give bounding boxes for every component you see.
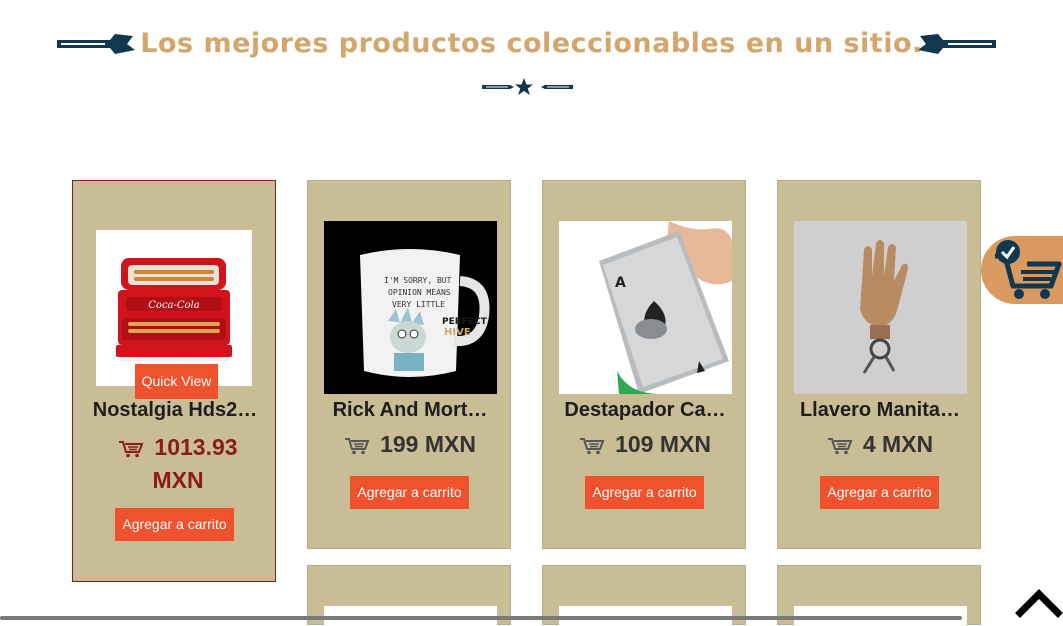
right-wing-ornament	[918, 34, 996, 54]
svg-text:A: A	[615, 275, 626, 291]
shopping-cart-icon	[827, 437, 853, 455]
star-divider	[482, 78, 573, 95]
product-image[interactable]: A	[559, 221, 732, 394]
product-card[interactable]: Coca-Cola Quick View Nostalgia Hds2… 101…	[72, 180, 276, 582]
page-title: Los mejores productos coleccionables en …	[140, 28, 923, 59]
cart-check-icon	[995, 240, 1062, 299]
product-name[interactable]: Rick And Mort…	[316, 399, 504, 422]
svg-text:PERFECT: PERFECT	[442, 317, 488, 327]
svg-text:Coca-Cola: Coca-Cola	[148, 300, 199, 311]
product-price: 199 MXN	[308, 431, 512, 458]
product-name[interactable]: Destapador Ca…	[551, 399, 739, 422]
svg-text:VERY LITTLE: VERY LITTLE	[392, 300, 445, 309]
ace-bottle-opener-image: A	[559, 221, 732, 394]
shopping-cart-icon	[580, 437, 605, 455]
product-price: 1013.93 MXN	[93, 431, 263, 497]
hot-dog-steamer-image: Coca-Cola	[96, 230, 252, 386]
horizontal-scrollbar[interactable]	[0, 616, 962, 620]
product-image[interactable]	[794, 221, 967, 394]
svg-text:HIVE: HIVE	[444, 327, 471, 338]
add-to-cart-button[interactable]: Agregar a carrito	[585, 476, 704, 509]
hand-keychain-image	[794, 221, 967, 394]
svg-text:OPINION MEANS: OPINION MEANS	[388, 288, 451, 297]
price-amount: 199 MXN	[380, 431, 476, 457]
product-name[interactable]: Llavero Manita…	[786, 399, 974, 422]
scroll-to-top-button[interactable]	[1015, 585, 1063, 620]
product-price: 4 MXN	[778, 431, 982, 458]
product-card[interactable]: A Destapador Ca… 109 MXN Agregar a carri…	[542, 180, 746, 549]
product-price: 109 MXN	[543, 431, 747, 458]
product-name[interactable]: Nostalgia Hds2…	[81, 399, 269, 422]
add-to-cart-button[interactable]: Agregar a carrito	[350, 476, 469, 509]
price-amount: 1013.93	[154, 434, 238, 460]
product-card[interactable]: Llavero Manita… 4 MXN Agregar a carrito	[777, 180, 981, 549]
rick-mug-image: I'M SORRY, BUT OPINION MEANS VERY LITTLE…	[324, 221, 497, 394]
price-amount: 109 MXN	[615, 431, 711, 457]
floating-cart-button[interactable]	[981, 236, 1063, 304]
price-currency: MXN	[152, 467, 204, 493]
add-to-cart-button[interactable]: Agregar a carrito	[820, 476, 939, 509]
product-image[interactable]: I'M SORRY, BUT OPINION MEANS VERY LITTLE…	[324, 221, 497, 394]
add-to-cart-button[interactable]: Agregar a carrito	[115, 508, 234, 541]
product-card[interactable]: I'M SORRY, BUT OPINION MEANS VERY LITTLE…	[307, 180, 511, 549]
quick-view-button[interactable]: Quick View	[135, 364, 218, 399]
price-amount: 4 MXN	[862, 431, 934, 457]
chevron-up-icon	[1015, 589, 1063, 618]
svg-text:I'M SORRY, BUT: I'M SORRY, BUT	[384, 276, 452, 285]
shopping-cart-icon	[119, 440, 144, 458]
shopping-cart-icon	[345, 437, 370, 455]
product-image[interactable]: Coca-Cola	[96, 230, 252, 386]
